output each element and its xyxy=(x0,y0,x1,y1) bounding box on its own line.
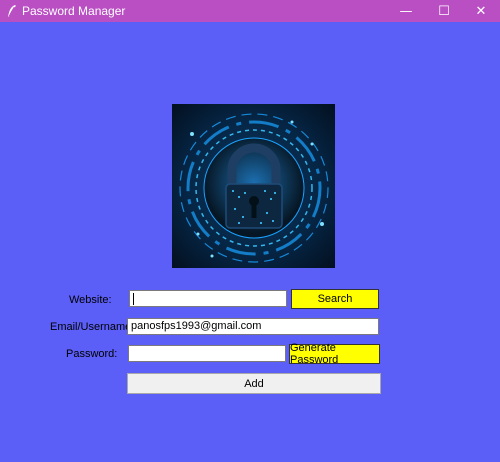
search-button[interactable]: Search xyxy=(291,289,379,309)
close-button[interactable]: ✕ xyxy=(464,0,498,22)
email-label: Email/Username: xyxy=(50,321,135,333)
password-input[interactable] xyxy=(128,345,286,362)
generate-password-button[interactable]: Generate Password xyxy=(289,342,380,366)
password-label: Password: xyxy=(66,348,118,360)
maximize-button[interactable]: ☐ xyxy=(427,0,461,22)
add-button[interactable]: Add xyxy=(127,373,381,394)
feather-icon xyxy=(8,5,16,18)
padlock-icon xyxy=(172,104,335,268)
email-input[interactable]: panosfps1993@gmail.com xyxy=(127,318,379,335)
website-input[interactable] xyxy=(129,290,287,307)
title-bar: Password Manager — ☐ ✕ xyxy=(0,0,500,22)
window-title: Password Manager xyxy=(22,4,126,18)
text-cursor xyxy=(133,293,134,305)
minimize-button[interactable]: — xyxy=(389,0,423,22)
website-label: Website: xyxy=(69,294,112,306)
